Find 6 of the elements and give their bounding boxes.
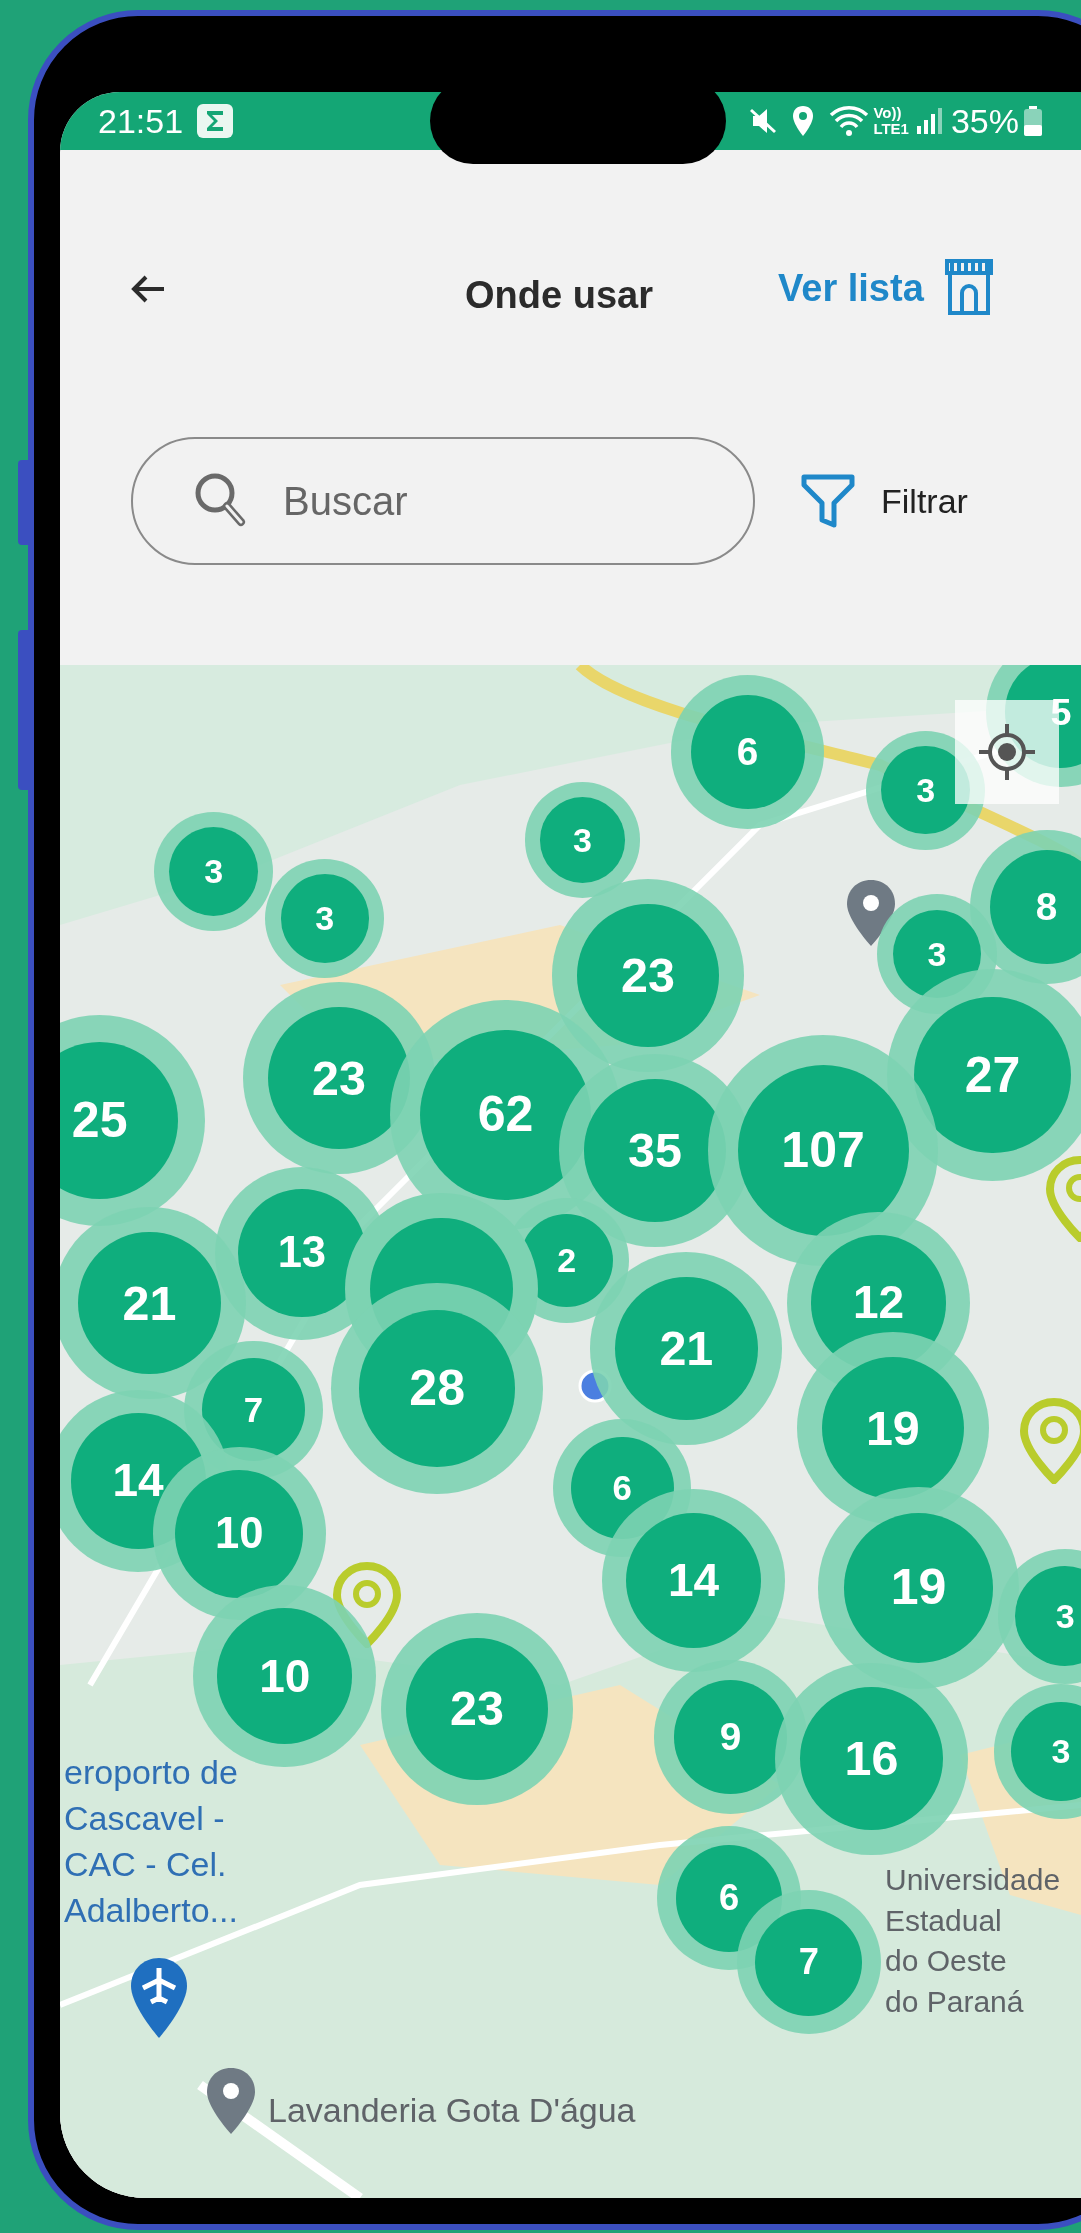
network-label: Vo)) LTE1 xyxy=(873,105,909,137)
map-place-label: Universidade Estadual do Oeste do Paraná xyxy=(885,1862,1061,2020)
map-place-label: Lavanderia Gota D'água xyxy=(268,2090,636,2131)
battery-percent: 35% xyxy=(950,100,1019,142)
status-time: 21:51 xyxy=(98,100,184,142)
page-title: Onde usar xyxy=(465,273,653,318)
